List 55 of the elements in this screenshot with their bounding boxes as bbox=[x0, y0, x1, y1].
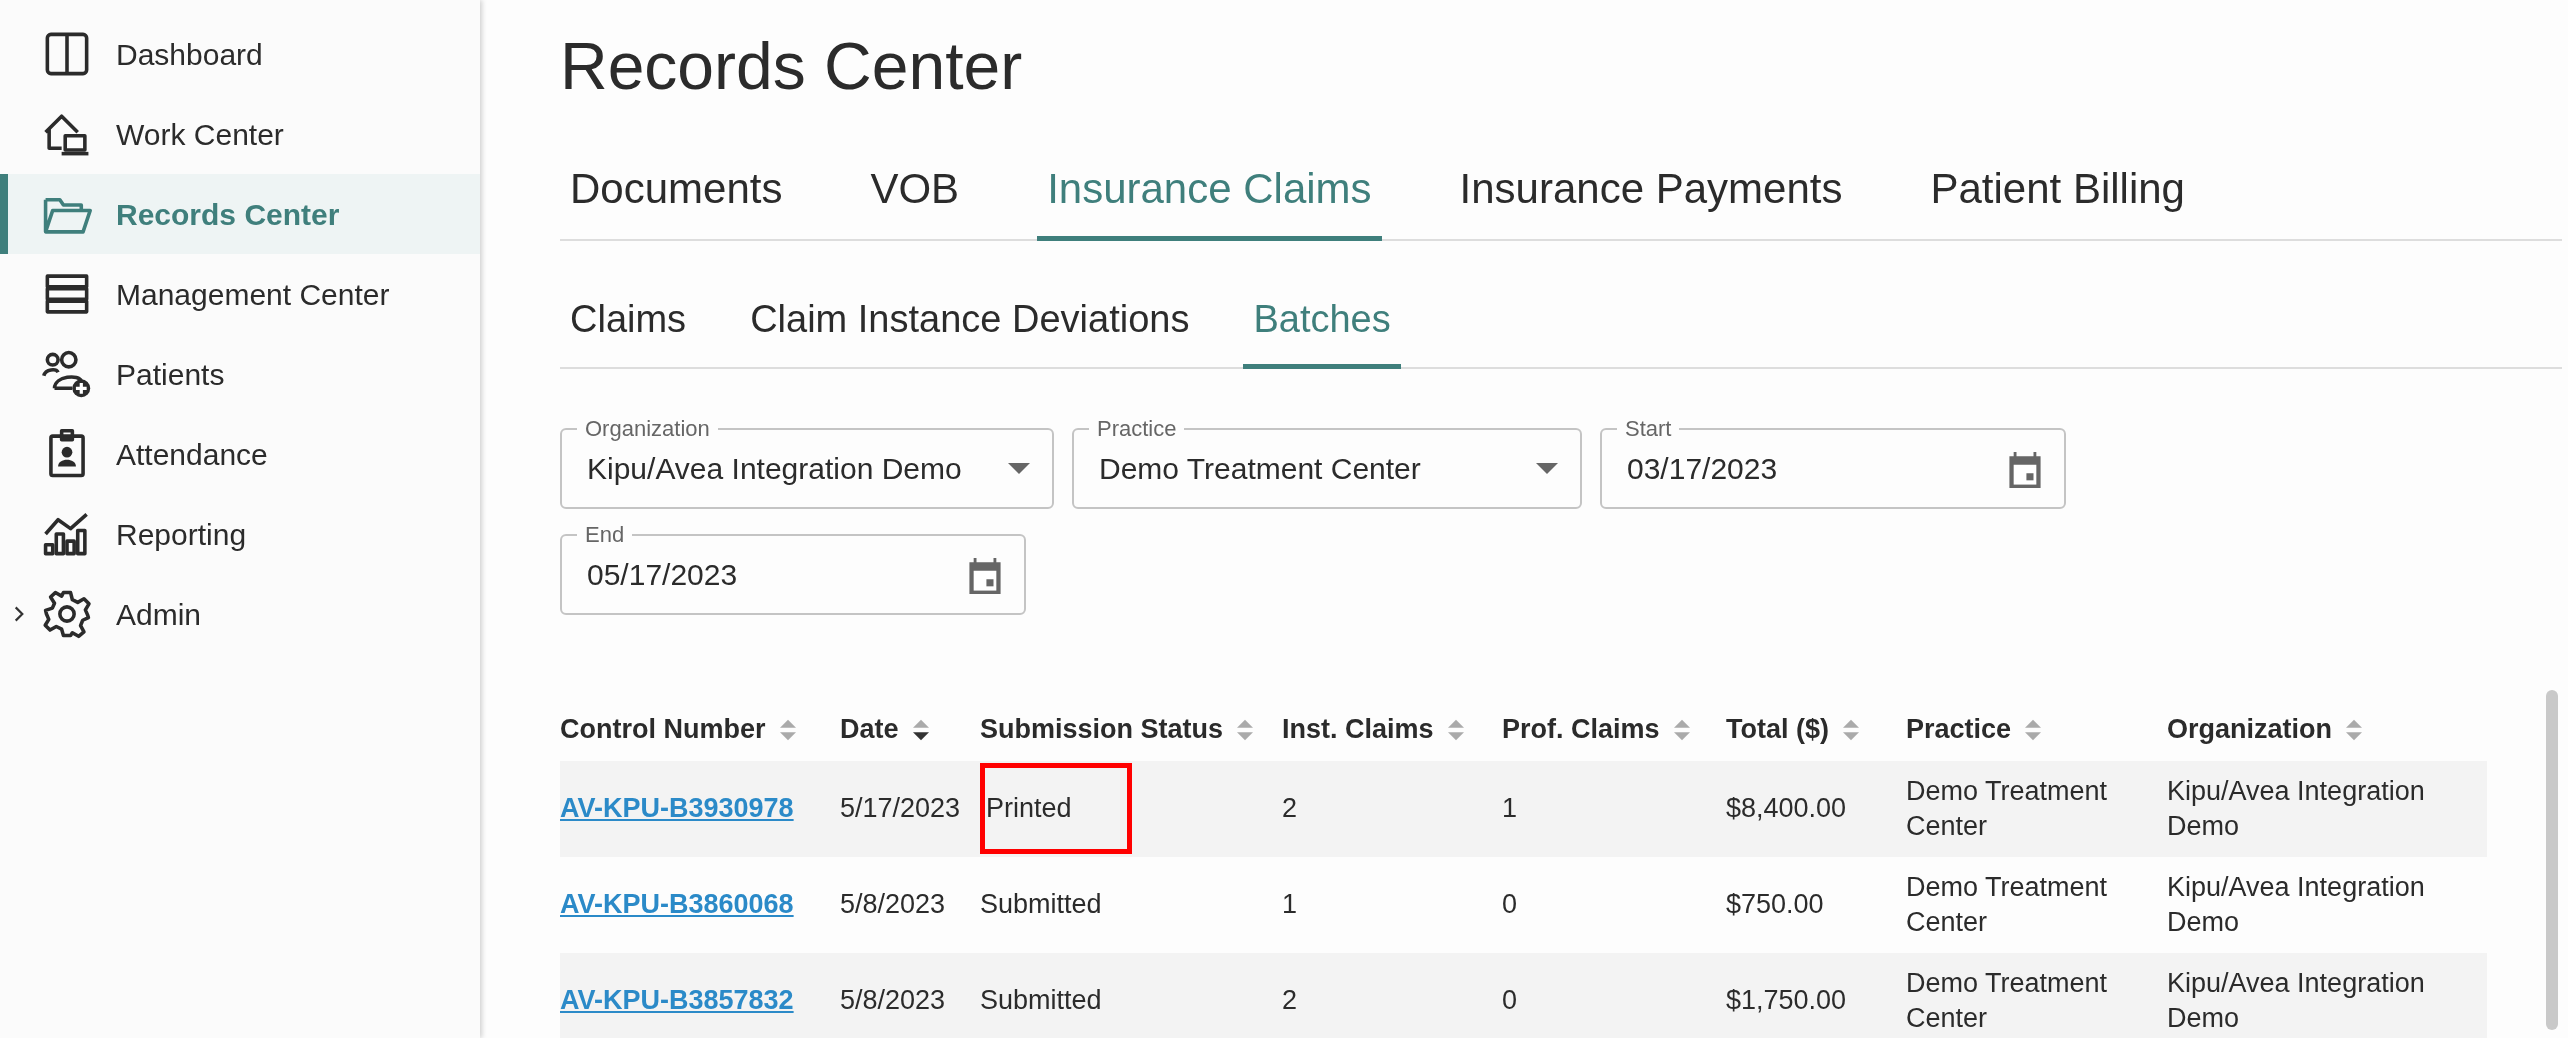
column-header[interactable]: Submission Status bbox=[980, 698, 1282, 761]
tab[interactable]: Insurance Claims bbox=[1037, 146, 1382, 241]
table-cell: $8,400.00 bbox=[1726, 793, 1847, 824]
table-cell: 5/8/2023 bbox=[840, 985, 946, 1016]
sidebar-item[interactable]: Management Center bbox=[0, 254, 480, 334]
table-cell: 1 bbox=[1502, 793, 1518, 824]
sidebar-item[interactable]: Work Center bbox=[0, 94, 480, 174]
column-header[interactable]: Prof. Claims bbox=[1502, 698, 1726, 761]
sidebar-item[interactable]: Dashboard bbox=[0, 14, 480, 94]
table-cell: 2 bbox=[1282, 793, 1298, 824]
table-cell: 0 bbox=[1502, 889, 1518, 920]
column-header[interactable]: Date bbox=[840, 698, 980, 761]
page-title: Records Center bbox=[560, 30, 1024, 103]
sidebar-item[interactable]: Attendance bbox=[0, 414, 480, 494]
tab[interactable]: Insurance Payments bbox=[1449, 146, 1853, 241]
people-add-icon bbox=[42, 349, 92, 399]
calendar-icon[interactable] bbox=[968, 555, 1002, 594]
table-cell: Demo Treatment Center bbox=[1906, 775, 2108, 841]
column-header[interactable]: Organization bbox=[2167, 698, 2487, 761]
table-cell: 1 bbox=[1282, 889, 1298, 920]
tab[interactable]: Claim Instance Deviations bbox=[740, 280, 1200, 369]
table-cell: 5/17/2023 bbox=[840, 793, 961, 824]
tab[interactable]: VOB bbox=[860, 146, 970, 241]
sidebar-item[interactable]: Reporting bbox=[0, 494, 480, 574]
table-cell: Submitted bbox=[980, 985, 1102, 1016]
table-cell: $750.00 bbox=[1726, 889, 1824, 920]
highlighted-cell: Printed bbox=[980, 763, 1132, 855]
table-cell: 0 bbox=[1502, 985, 1518, 1016]
tab[interactable]: Claims bbox=[560, 280, 697, 369]
table-cell: Kipu/Avea Integration Demo bbox=[2167, 775, 2425, 841]
tab[interactable]: Patient Billing bbox=[1920, 146, 2195, 241]
table-cell: 2 bbox=[1282, 985, 1298, 1016]
table-cell: Kipu/Avea Integration Demo bbox=[2167, 967, 2425, 1033]
calendar-icon[interactable] bbox=[2008, 449, 2042, 488]
sidebar-item[interactable]: Records Center bbox=[0, 174, 480, 254]
table-cell: $1,750.00 bbox=[1726, 985, 1847, 1016]
column-header[interactable]: Inst. Claims bbox=[1282, 698, 1502, 761]
column-header[interactable]: Practice bbox=[1906, 698, 2167, 761]
settings-icon bbox=[42, 589, 92, 639]
sort-icon[interactable] bbox=[912, 718, 929, 743]
table-cell: Kipu/Avea Integration Demo bbox=[2167, 871, 2425, 937]
caret-icon[interactable] bbox=[1008, 463, 1030, 475]
table-cell: Demo Treatment Center bbox=[1906, 871, 2108, 937]
table-cell: 5/8/2023 bbox=[840, 889, 946, 920]
column-header[interactable]: Control Number bbox=[560, 698, 840, 761]
tab[interactable]: Batches bbox=[1243, 280, 1401, 369]
sidebar-item[interactable]: Patients bbox=[0, 334, 480, 414]
sidebar-item[interactable]: Admin bbox=[0, 574, 480, 654]
table-cell: Submitted bbox=[980, 889, 1102, 920]
scrollbar-thumb[interactable] bbox=[2546, 690, 2558, 1030]
column-header[interactable]: Total ($) bbox=[1726, 698, 1906, 761]
batch-link[interactable]: AV-KPU-B3860068 bbox=[560, 889, 794, 920]
tab[interactable]: Documents bbox=[560, 146, 793, 241]
caret-icon[interactable] bbox=[1536, 463, 1558, 475]
table-cell: Demo Treatment Center bbox=[1906, 967, 2108, 1033]
